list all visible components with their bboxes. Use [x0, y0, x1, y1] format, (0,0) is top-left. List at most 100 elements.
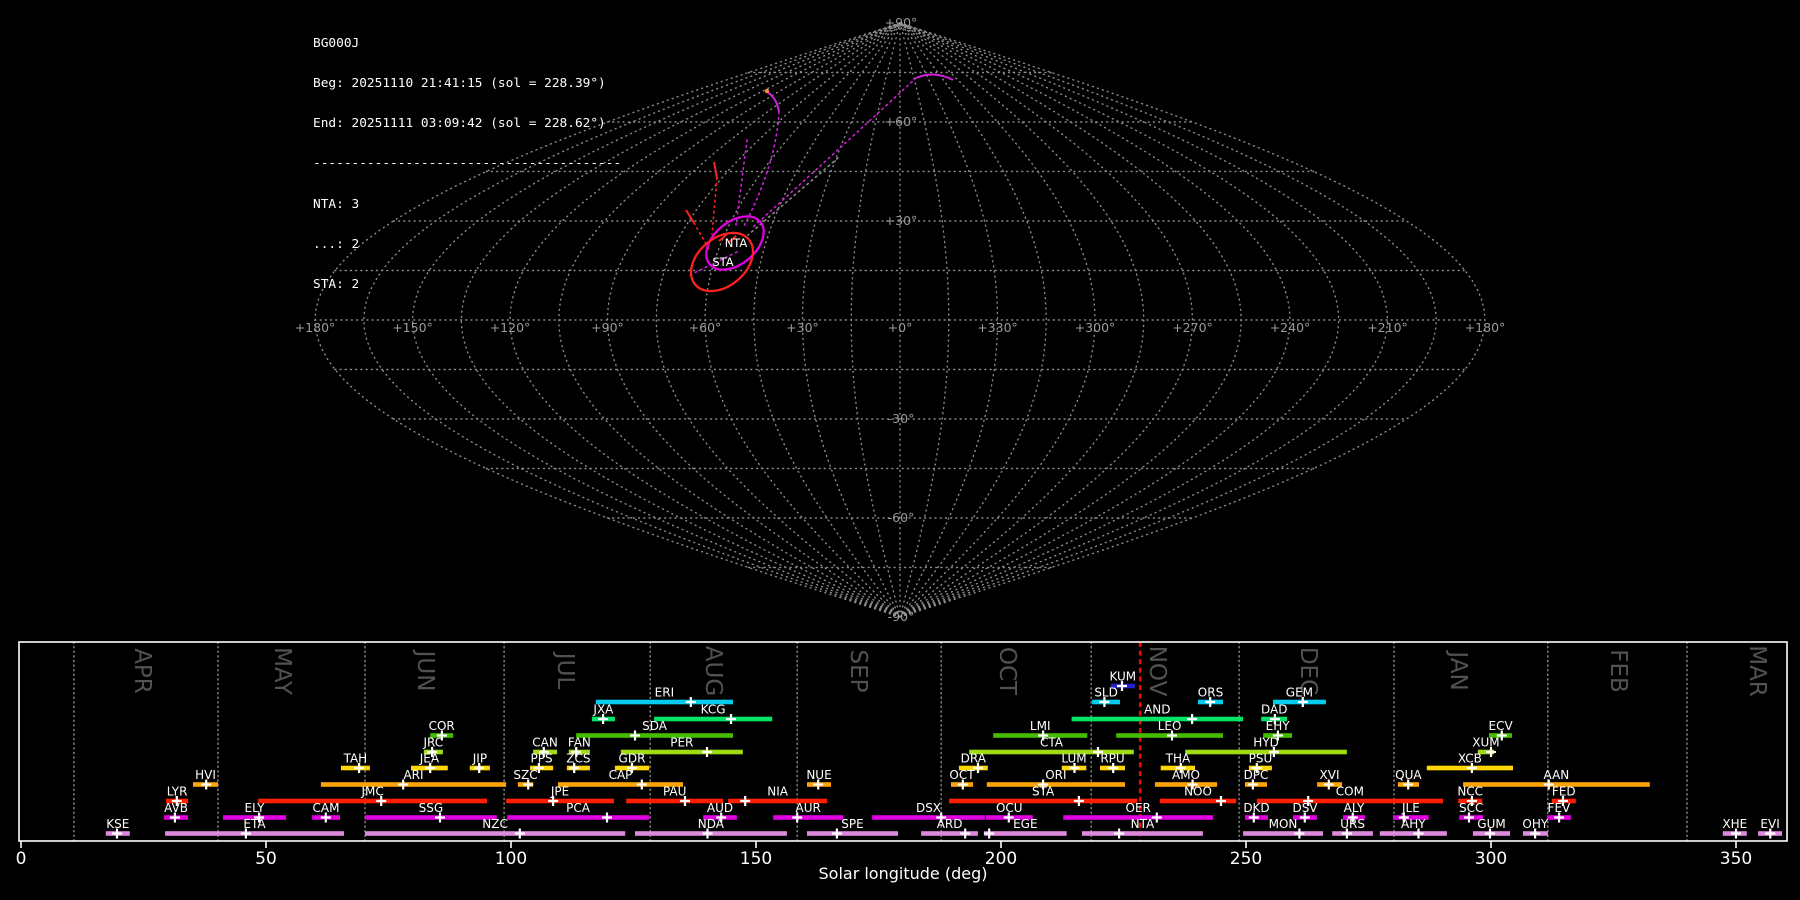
shower-label-PAU: PAU [663, 785, 686, 799]
radiant-label-NTA: NTA [725, 236, 748, 250]
shower-label-CAP: CAP [609, 768, 633, 782]
meteor-trail-dotted [694, 223, 709, 249]
month-label-JUL: JUL [552, 651, 578, 690]
month-label-MAY: MAY [269, 647, 295, 696]
meteor-trail-solid [714, 162, 717, 178]
shower-bar-SDA [576, 733, 733, 738]
info-panel: BG000J Beg: 20251110 21:41:15 (sol = 228… [313, 10, 621, 318]
shower-label-DKD: DKD [1243, 801, 1269, 815]
latitude-label: +90° [885, 15, 918, 30]
x-tick-label-350: 350 [1720, 849, 1752, 869]
shower-label-SCC: SCC [1459, 801, 1483, 815]
shower-label-AUR: AUR [796, 801, 821, 815]
shower-label-PER: PER [670, 736, 693, 750]
shower-label-CAN: CAN [532, 736, 558, 750]
x-tick-label-300: 300 [1475, 849, 1507, 869]
shower-label-STA: STA [1032, 785, 1055, 799]
shower-bar-MON [1243, 831, 1323, 836]
shower-label-GEM: GEM [1286, 686, 1313, 700]
month-label-JUN: JUN [412, 649, 438, 692]
radiant-activity-screen: +180°+150°+120°+90°+60°+30°+0°+330°+300°… [0, 0, 1800, 900]
shower-bar-JPE [506, 799, 614, 804]
shower-label-HYD: HYD [1253, 736, 1279, 750]
shower-label-KCG: KCG [701, 703, 726, 717]
shower-peak-EGE [984, 829, 994, 839]
x-tick-label-0: 0 [16, 849, 27, 869]
shower-label-AAN: AAN [1544, 768, 1570, 782]
shower-label-AVB: AVB [164, 801, 188, 815]
shower-peak-NOO [1216, 796, 1226, 806]
equator-longitude-label: +90° [591, 320, 624, 335]
shower-bar-KCG [654, 717, 772, 722]
shower-bar-JMC [258, 799, 487, 804]
shower-peak-SDA [630, 731, 640, 741]
shower-peak-PCA [602, 813, 612, 823]
month-label-AUG: AUG [700, 646, 726, 696]
equator-longitude-label: +180° [295, 320, 336, 335]
shower-label-NOO: NOO [1184, 785, 1212, 799]
latitude-label: +30° [885, 213, 918, 228]
shower-bar-DSX [872, 815, 985, 820]
shower-label-ERI: ERI [655, 686, 674, 700]
shower-bar-ARI [321, 782, 506, 787]
meteor-trail-dotted [736, 140, 747, 225]
equator-longitude-label: +330° [977, 320, 1018, 335]
shower-label-XCB: XCB [1458, 752, 1482, 766]
count-sporadic: ...: 2 [313, 238, 621, 251]
meteor-trail-dotted [743, 112, 779, 228]
shower-label-NZC: NZC [482, 817, 508, 831]
shower-label-GUM: GUM [1477, 817, 1505, 831]
shower-label-LEO: LEO [1158, 719, 1182, 733]
month-label-FEB: FEB [1605, 649, 1631, 693]
graticule-meridian [900, 23, 1046, 617]
latitude-label: +60° [885, 114, 918, 129]
count-sta: STA: 2 [313, 278, 621, 291]
shower-label-DRA: DRA [961, 752, 987, 766]
equator-longitude-label: +210° [1367, 320, 1408, 335]
shower-label-NIA: NIA [767, 785, 789, 799]
equator-longitude-label: +180° [1465, 320, 1506, 335]
shower-bar-PCA [507, 815, 649, 820]
shower-label-ZCS: ZCS [566, 752, 590, 766]
shower-bar-NTA [1082, 831, 1203, 836]
month-label-SEP: SEP [845, 649, 871, 692]
count-nta: NTA: 3 [313, 198, 621, 211]
shower-bar-SPE [807, 831, 898, 836]
month-label-APR: APR [129, 648, 155, 694]
shower-bar-ORI [987, 782, 1125, 787]
equator-longitude-label: +270° [1172, 320, 1213, 335]
shower-bar-NZC [365, 831, 625, 836]
shower-label-FAN: FAN [568, 736, 591, 750]
shower-label-DSX: DSX [916, 801, 941, 815]
shower-label-AMO: AMO [1172, 768, 1200, 782]
shower-bar-AUR [773, 815, 843, 820]
shower-label-ARD: ARD [937, 817, 963, 831]
shower-bar-URS [1332, 831, 1373, 836]
shower-bar-STA [949, 799, 1137, 804]
shower-label-CTA: CTA [1040, 736, 1064, 750]
equator-longitude-label: +120° [490, 320, 531, 335]
shower-label-MON: MON [1269, 817, 1298, 831]
shower-label-ARI: ARI [403, 768, 423, 782]
shower-label-SDA: SDA [642, 719, 668, 733]
shower-label-URS: URS [1340, 817, 1365, 831]
shower-label-PPS: PPS [531, 752, 553, 766]
shower-bar-SSG [365, 815, 497, 820]
divider-line: ---------------------------------------- [313, 157, 621, 170]
shower-label-AUD: AUD [707, 801, 733, 815]
shower-label-ALY: ALY [1344, 801, 1365, 815]
meteor-trail-dotted [712, 178, 717, 234]
shower-peak-PER [702, 747, 712, 757]
shower-peak-STA [1074, 796, 1084, 806]
equator-longitude-label: +300° [1075, 320, 1116, 335]
shower-label-PSU: PSU [1249, 752, 1273, 766]
latitude-label: -30° [888, 411, 915, 426]
observation-end: End: 20251111 03:09:42 (sol = 228.62°) [313, 117, 621, 130]
shower-peak-NIA [740, 796, 750, 806]
shower-label-XHE: XHE [1722, 817, 1747, 831]
shower-label-AHY: AHY [1401, 817, 1426, 831]
latitude-label: -60° [888, 510, 915, 525]
meteor-trail-start-dot [765, 89, 769, 93]
shower-label-ELY: ELY [244, 801, 265, 815]
shower-peak-ERI [686, 697, 696, 707]
